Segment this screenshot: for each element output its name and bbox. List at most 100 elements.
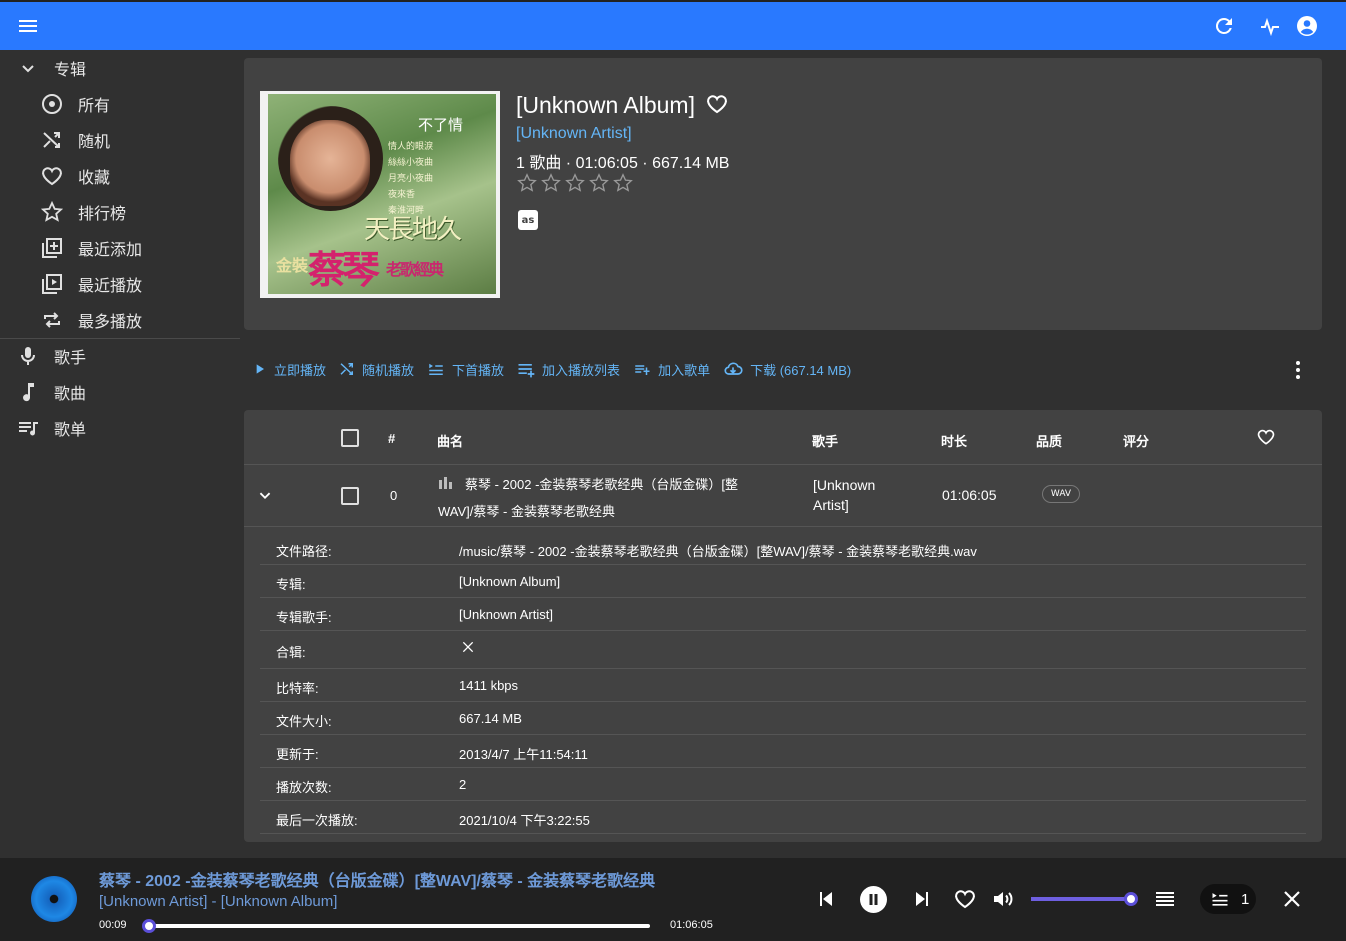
volume-icon[interactable] xyxy=(991,887,1017,911)
track-title-line2: WAV]/蔡琴 - 金装蔡琴老歌经典 xyxy=(438,504,615,519)
play-now-button[interactable]: 立即播放 xyxy=(252,360,326,379)
sidebar-item-songs[interactable]: 歌曲 xyxy=(16,374,86,410)
detail-key: 最后一次播放: xyxy=(276,813,358,828)
next-icon[interactable] xyxy=(910,887,934,911)
star-icon[interactable] xyxy=(516,172,538,194)
detail-value: 2021/10/4 下午3:22:55 xyxy=(459,813,590,828)
now-playing-title[interactable]: 蔡琴 - 2002 -金装蔡琴老歌经典（台版金碟）[整WAV]/蔡琴 - 金装蔡… xyxy=(99,867,655,891)
heart-icon xyxy=(40,164,64,188)
album-title: [Unknown Album] xyxy=(516,92,729,119)
table-row[interactable]: 0 蔡琴 - 2002 -金装蔡琴老歌经典（台版金碟）[整 WAV]/蔡琴 - … xyxy=(244,465,1322,526)
account-icon[interactable] xyxy=(1295,14,1319,38)
menu-icon[interactable] xyxy=(16,14,40,38)
elapsed-time: 00:09 xyxy=(99,919,127,931)
album-artist-link[interactable]: [Unknown Artist] xyxy=(516,125,632,143)
column-header-quality[interactable]: 品质 xyxy=(1036,431,1062,450)
sidebar-item-recently-played[interactable]: 最近播放 xyxy=(40,266,142,302)
star-icon[interactable] xyxy=(564,172,586,194)
sidebar-item-top-rated[interactable]: 排行榜 xyxy=(40,194,126,230)
album-icon xyxy=(40,92,64,116)
queue-button[interactable]: 1 xyxy=(1200,884,1256,914)
activity-icon[interactable] xyxy=(1258,14,1282,38)
detail-value: /music/蔡琴 - 2002 -金装蔡琴老歌经典（台版金碟）[整WAV]/蔡… xyxy=(459,544,977,559)
equalizer-icon xyxy=(439,477,453,489)
sidebar-item-albums[interactable]: 专辑 xyxy=(16,50,86,86)
column-header-duration[interactable]: 时长 xyxy=(941,431,967,450)
queue-count: 1 xyxy=(1241,890,1250,908)
star-icon[interactable] xyxy=(612,172,634,194)
playlist-icon[interactable] xyxy=(1153,887,1177,911)
close-icon xyxy=(460,639,476,655)
detail-row: 文件路径: /music/蔡琴 - 2002 -金装蔡琴老歌经典（台版金碟）[整… xyxy=(260,532,1306,565)
sidebar-item-label: 歌曲 xyxy=(54,386,87,403)
sidebar-item-label: 随机 xyxy=(78,134,111,151)
track-artist-line2[interactable]: Artist] xyxy=(813,497,849,513)
sidebar-item-favourites[interactable]: 收藏 xyxy=(40,158,110,194)
volume-handle[interactable] xyxy=(1124,892,1138,906)
sidebar-item-most-played[interactable]: 最多播放 xyxy=(40,302,142,338)
add-to-queue-button[interactable]: 加入播放列表 xyxy=(516,359,620,379)
play-next-button[interactable]: 下首播放 xyxy=(426,360,504,379)
detail-value: 1411 kbps xyxy=(459,678,519,693)
volume-slider[interactable] xyxy=(1031,892,1138,906)
sidebar-item-label: 歌单 xyxy=(54,422,87,439)
sidebar-item-recently-added[interactable]: 最近添加 xyxy=(40,230,142,266)
lastfm-icon[interactable]: as xyxy=(518,210,538,230)
star-icon[interactable] xyxy=(588,172,610,194)
volume-fill xyxy=(1031,897,1131,901)
detail-value: 667.14 MB xyxy=(459,711,522,726)
detail-value[interactable]: [Unknown Artist] xyxy=(459,607,553,622)
download-button[interactable]: 下载 (667.14 MB) xyxy=(722,359,851,379)
heart-icon[interactable] xyxy=(953,887,977,911)
now-playing-subtitle[interactable]: [Unknown Artist] - [Unknown Album] xyxy=(99,893,337,910)
track-artist-line1[interactable]: [Unknown xyxy=(813,477,875,493)
star-icon[interactable] xyxy=(540,172,562,194)
more-options-icon[interactable] xyxy=(1286,358,1310,382)
column-header-rating[interactable]: 评分 xyxy=(1123,431,1149,450)
detail-row: 更新于: 2013/4/7 上午11:54:11 xyxy=(260,735,1306,768)
queue-music-icon xyxy=(16,416,40,440)
now-playing-cover[interactable] xyxy=(31,876,77,922)
player-bar: 蔡琴 - 2002 -金装蔡琴老歌经典（台版金碟）[整WAV]/蔡琴 - 金装蔡… xyxy=(0,858,1346,941)
album-header-card: 不了情 情人的眼淚 絲絲小夜曲 月亮小夜曲 夜來香 秦淮河畔 天長地久 蔡琴 金… xyxy=(244,58,1322,330)
video-library-icon xyxy=(40,272,64,296)
sidebar-item-label: 最近添加 xyxy=(78,242,143,259)
playlist-add-icon xyxy=(518,364,535,378)
quality-badge: WAV xyxy=(1042,485,1080,503)
pause-button[interactable] xyxy=(860,886,887,913)
close-icon[interactable] xyxy=(1280,887,1304,911)
album-cover[interactable]: 不了情 情人的眼淚 絲絲小夜曲 月亮小夜曲 夜來香 秦淮河畔 天長地久 蔡琴 金… xyxy=(260,91,500,298)
sidebar-item-random[interactable]: 随机 xyxy=(40,122,110,158)
playlist-add-icon xyxy=(635,365,650,375)
detail-value: 2013/4/7 上午11:54:11 xyxy=(459,747,588,762)
album-actions-toolbar: 立即播放 随机播放 下首播放 加入播放列表 加入歌单 下载 (667.14 MB… xyxy=(252,357,863,381)
add-to-playlist-button[interactable]: 加入歌单 xyxy=(632,360,710,379)
column-header-artist[interactable]: 歌手 xyxy=(812,431,838,450)
detail-value[interactable]: [Unknown Album] xyxy=(459,574,560,589)
sidebar-item-playlists[interactable]: 歌单 xyxy=(16,410,86,446)
repeat-icon xyxy=(40,308,64,332)
select-all-checkbox[interactable] xyxy=(341,429,359,447)
microphone-icon xyxy=(16,344,40,368)
column-header-title[interactable]: 曲名 xyxy=(437,431,463,450)
detail-row: 专辑: [Unknown Album] xyxy=(260,565,1306,598)
progress-handle[interactable] xyxy=(142,919,157,933)
shuffle-play-button[interactable]: 随机播放 xyxy=(338,360,414,379)
rating-stars[interactable] xyxy=(516,172,634,194)
sidebar-item-artists[interactable]: 歌手 xyxy=(16,338,86,374)
chevron-down-icon xyxy=(16,56,40,80)
sidebar-item-all[interactable]: 所有 xyxy=(40,86,110,122)
heart-icon[interactable] xyxy=(705,92,729,116)
cover-art: 不了情 情人的眼淚 絲絲小夜曲 月亮小夜曲 夜來香 秦淮河畔 天長地久 蔡琴 金… xyxy=(268,94,496,294)
heart-icon[interactable] xyxy=(1256,427,1276,447)
track-number: 0 xyxy=(390,488,398,503)
previous-icon[interactable] xyxy=(814,887,838,911)
chevron-down-icon[interactable] xyxy=(254,484,276,506)
column-header-number[interactable]: # xyxy=(388,431,395,446)
progress-slider[interactable] xyxy=(142,919,650,933)
cover-portrait xyxy=(290,120,370,206)
row-checkbox[interactable] xyxy=(341,487,359,505)
refresh-icon[interactable] xyxy=(1212,14,1236,38)
detail-key: 文件大小: xyxy=(276,714,332,729)
detail-key: 文件路径: xyxy=(276,544,332,559)
